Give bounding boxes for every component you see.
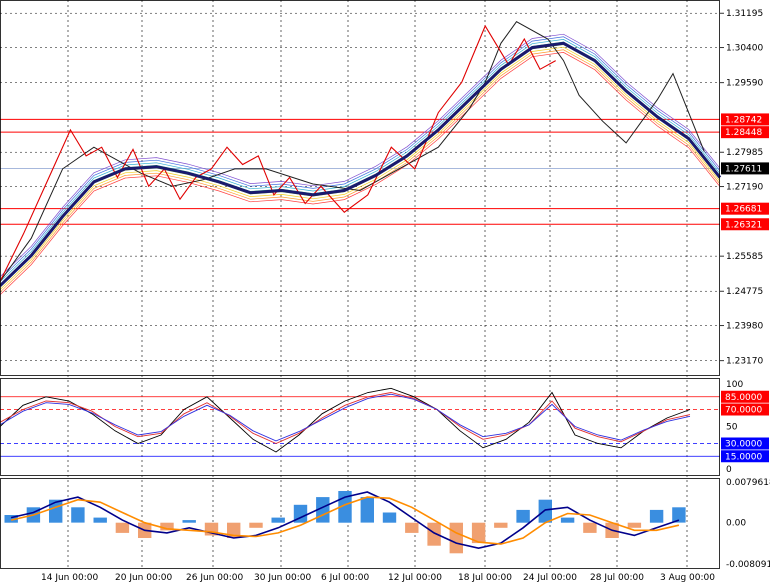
y-tick-label: 1.31195 [726,9,763,19]
macd-histogram-bar [560,517,575,523]
stochastic-tick-label: 0 [726,465,732,475]
level-price-label: 1.26321 [725,220,762,230]
macd-histogram-bar [516,509,530,523]
macd-histogram-bar [627,522,642,528]
y-tick-label: 1.23980 [726,322,763,332]
x-tick-label: 20 Jun 00:00 [115,573,172,583]
y-tick-label: 1.23170 [726,357,763,367]
level-price-label: 1.28448 [725,128,762,138]
stochastic-tick-label: 50 [726,423,738,433]
macd-histogram-bar [449,522,463,554]
y-tick-label: 1.25585 [726,252,763,262]
macd-histogram-bar [115,522,130,533]
stochastic-tick-label: 100 [726,380,743,390]
y-tick-label: 1.27190 [726,183,763,193]
y-tick-label: 1.30400 [726,44,763,54]
macd-histogram-bar [405,522,419,533]
x-tick-label: 26 Jun 00:00 [186,573,243,583]
macd-histogram-bar [93,517,107,523]
level-price-label: 1.28742 [725,115,762,125]
stochastic-level-label: 85.0000 [725,393,762,403]
macd-tick-label: 0.00 [726,519,746,529]
x-tick-label: 3 Aug 00:00 [660,573,715,583]
level-price-label: 1.26681 [725,205,762,215]
stochastic-level-label: 15.0000 [725,452,762,462]
y-tick-label: 1.29590 [726,79,763,89]
macd-histogram-bar [427,522,441,546]
x-tick-label: 24 Jul 00:00 [523,573,577,583]
macd-histogram-bar [382,512,397,523]
macd-histogram-bar [182,520,196,523]
macd-tick-label: 0.0079618 [726,478,770,488]
macd-histogram-bar [494,522,508,528]
x-tick-label: 6 Jul 00:00 [321,573,370,583]
macd-histogram-bar [583,522,597,533]
x-tick-label: 30 Jun 00:00 [254,573,311,583]
x-tick-label: 12 Jul 00:00 [388,573,442,583]
macd-histogram-bar [271,517,285,523]
stochastic-level-label: 70.0000 [725,406,762,416]
macd-histogram-bar [249,522,263,528]
macd-histogram-bar [360,497,374,523]
macd-tick-label: -0.0080917 [726,560,770,570]
current-price-label: 1.27611 [725,164,762,174]
plot-background [0,0,720,568]
y-tick-label: 1.24775 [726,287,763,297]
macd-histogram-bar [49,499,63,523]
macd-histogram-bar [649,509,664,523]
x-tick-label: 18 Jul 00:00 [458,573,512,583]
stochastic-level-label: 30.0000 [725,440,762,450]
macd-histogram-bar [538,499,552,523]
chart: 14 Jun 00:00 20 Jun 00:00 26 Jun 00:00 30 J… [0,0,770,583]
y-tick-label: 1.27985 [726,148,763,158]
x-tick-label: 14 Jun 00:00 [41,573,98,583]
macd-histogram-bar [71,507,85,523]
x-tick-label: 28 Jul 00:00 [590,573,644,583]
